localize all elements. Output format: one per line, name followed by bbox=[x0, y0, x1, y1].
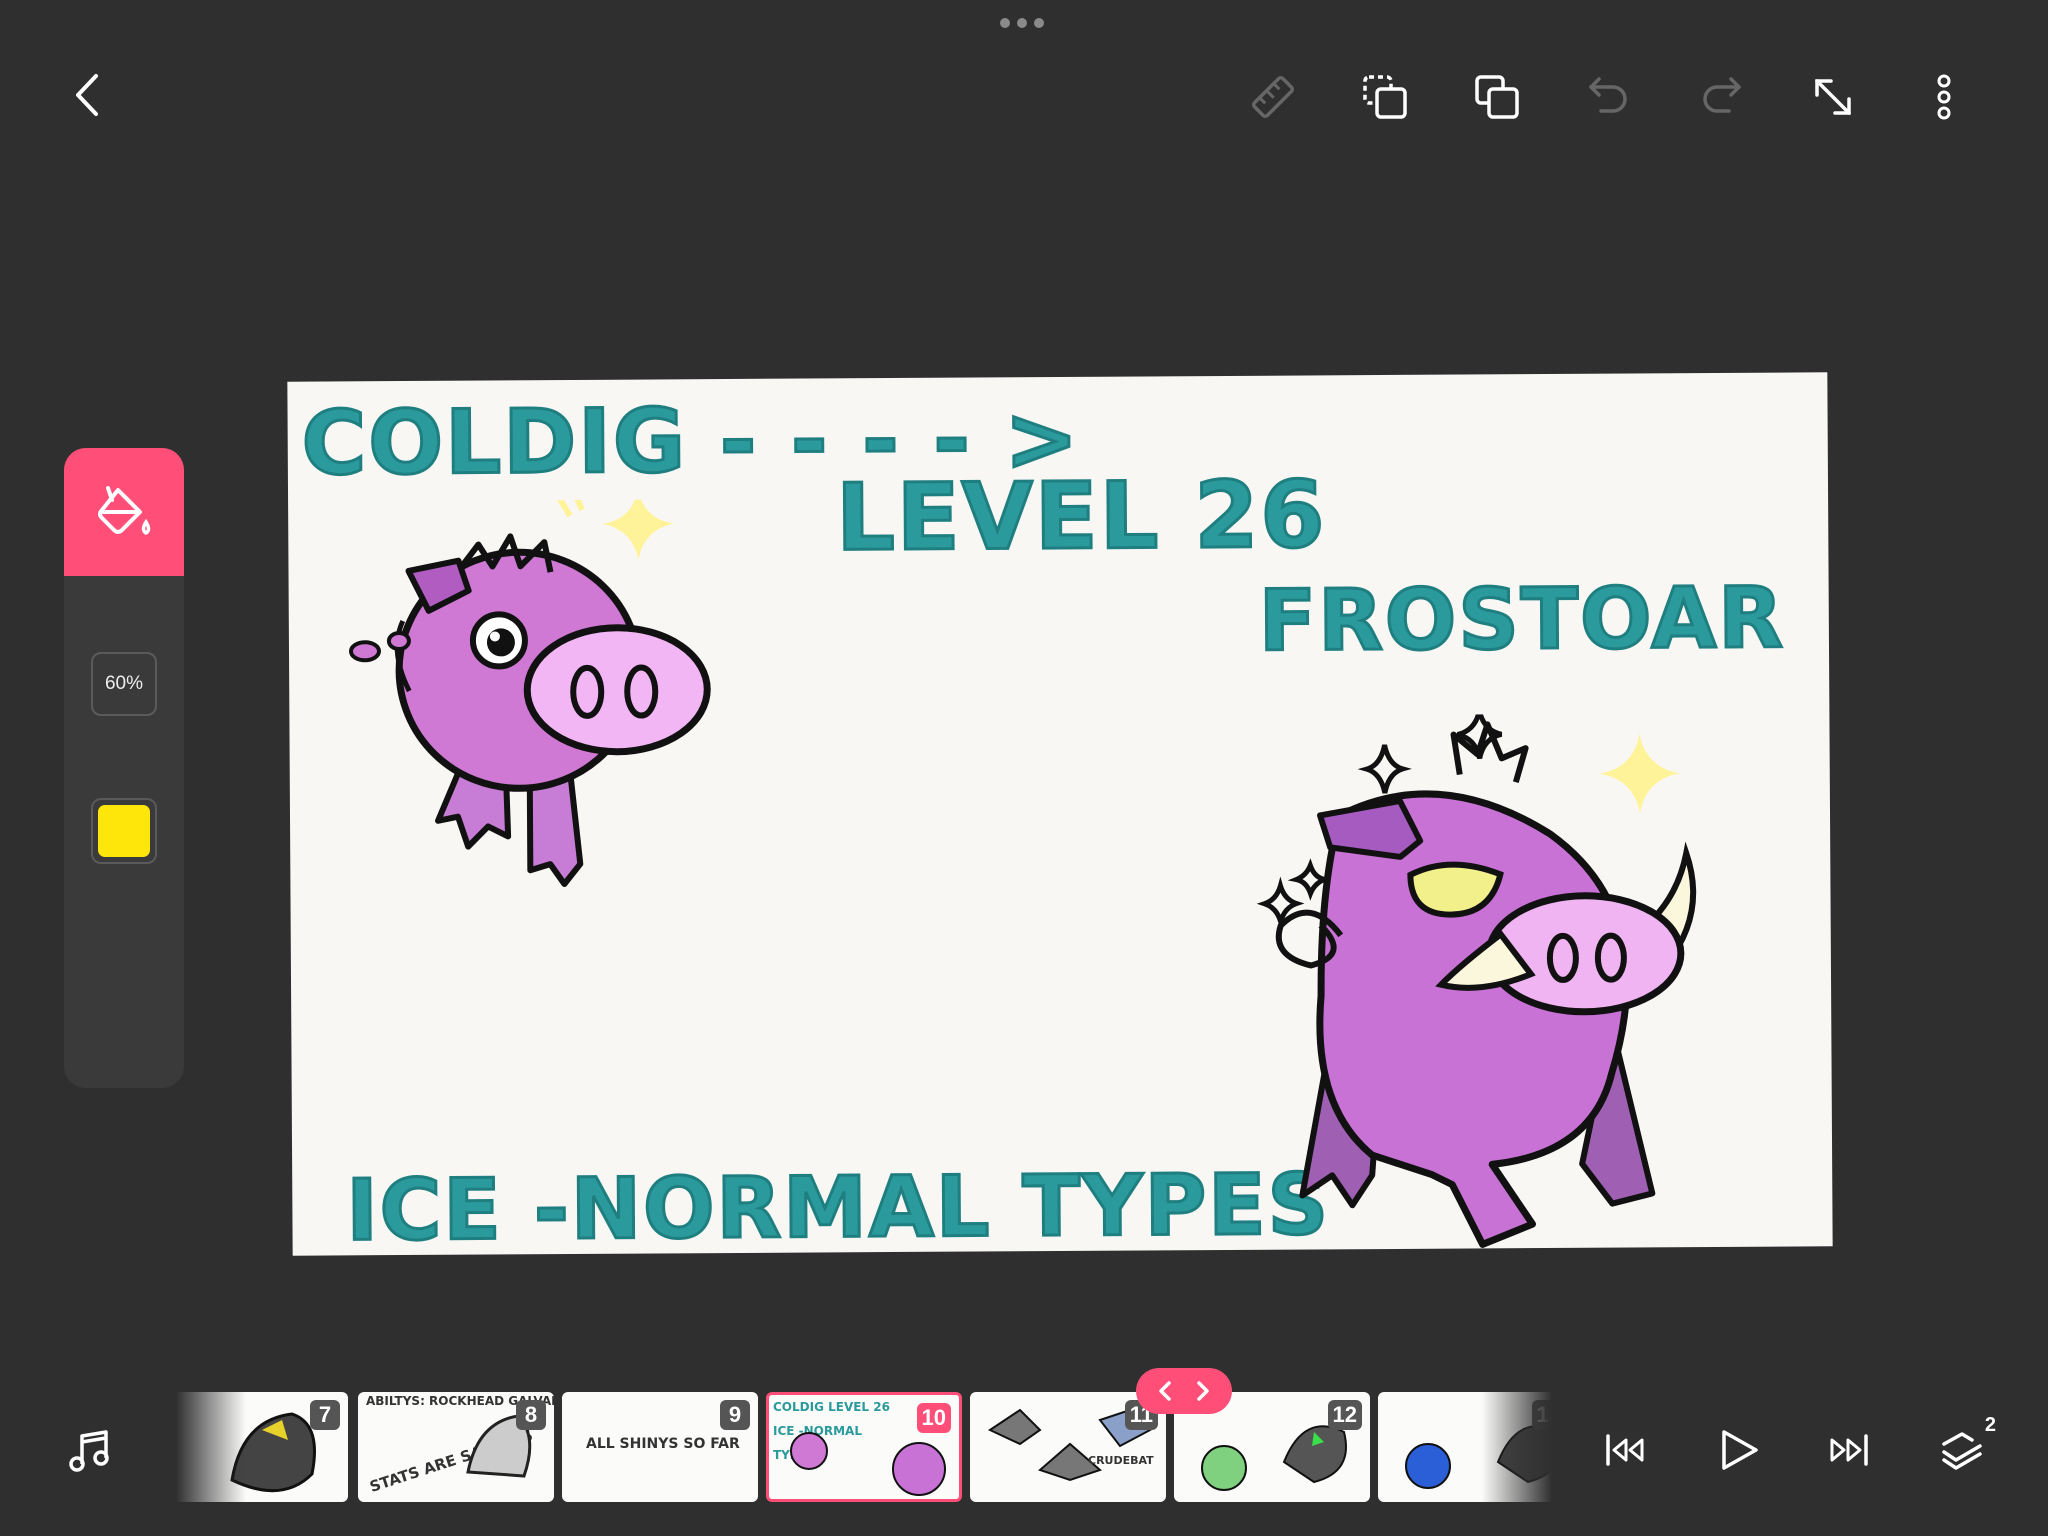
frame-number: 9 bbox=[720, 1400, 750, 1430]
paint-bucket-tool-button[interactable] bbox=[64, 448, 184, 576]
frame-caption: CRUDEBAT bbox=[1088, 1454, 1154, 1467]
frame-thumbnail-11[interactable]: CRUDEBAT 11 bbox=[970, 1392, 1166, 1502]
drawing-canvas[interactable]: COLDIG - - - - > LEVEL 26 FROSTOAR ICE -… bbox=[287, 372, 1833, 1256]
frostoar-drawing bbox=[1256, 712, 1697, 1248]
chevron-right-icon[interactable] bbox=[1193, 1379, 1213, 1403]
frame-number: 12 bbox=[1327, 1400, 1362, 1430]
play-icon[interactable] bbox=[1708, 1420, 1768, 1480]
duplicate-frame-icon[interactable] bbox=[1358, 70, 1412, 124]
color-picker-button[interactable] bbox=[91, 798, 157, 864]
frame-thumbnail-10[interactable]: COLDIG LEVEL 26 ICE -NORMAL TYPES 10 bbox=[766, 1392, 962, 1502]
frame-thumbnail-8[interactable]: ABILTYS: ROCKHEAD GALVANISE STATS ARE SA… bbox=[358, 1392, 554, 1502]
redo-icon[interactable] bbox=[1694, 70, 1748, 124]
layers-count-badge: 2 bbox=[1984, 1414, 1996, 1436]
skip-to-end-icon[interactable] bbox=[1820, 1422, 1876, 1478]
coldig-drawing bbox=[348, 498, 711, 888]
layers-icon[interactable]: 2 bbox=[1932, 1414, 1996, 1478]
opacity-control[interactable]: 60% bbox=[91, 652, 157, 716]
canvas-type-text: ICE -NORMAL TYPES bbox=[345, 1154, 1332, 1256]
fullscreen-icon[interactable] bbox=[1806, 70, 1860, 124]
ruler-icon[interactable] bbox=[1246, 70, 1300, 124]
current-color-swatch bbox=[98, 805, 150, 857]
more-vertical-icon[interactable] bbox=[1920, 70, 1968, 124]
undo-icon[interactable] bbox=[1582, 70, 1636, 124]
frame-nav-pill[interactable] bbox=[1136, 1368, 1232, 1414]
frame-thumbnail-9[interactable]: ALL SHINYS SO FAR 9 bbox=[562, 1392, 758, 1502]
timeline-fade-right bbox=[1482, 1392, 1552, 1504]
canvas-level-text: LEVEL 26 bbox=[834, 460, 1328, 573]
frame-timeline[interactable]: 7 ABILTYS: ROCKHEAD GALVANISE STATS ARE … bbox=[176, 1392, 1552, 1504]
frame-caption: ALL SHINYS SO FAR bbox=[586, 1436, 740, 1452]
chevron-left-icon[interactable] bbox=[1155, 1379, 1175, 1403]
frame-number: 10 bbox=[916, 1403, 951, 1433]
music-icon[interactable] bbox=[62, 1422, 118, 1478]
timeline-fade-left bbox=[176, 1392, 246, 1504]
frame-number: 8 bbox=[516, 1400, 546, 1430]
canvas-evolution-text: FROSTOAR bbox=[1257, 567, 1787, 671]
frame-number: 7 bbox=[310, 1400, 340, 1430]
skip-to-start-icon[interactable] bbox=[1598, 1422, 1654, 1478]
tool-panel: 60% bbox=[64, 448, 184, 1088]
window-grip[interactable] bbox=[1000, 18, 1048, 32]
paint-bucket-icon bbox=[98, 486, 151, 536]
back-icon[interactable] bbox=[62, 70, 112, 120]
copy-frame-icon[interactable] bbox=[1470, 70, 1524, 124]
